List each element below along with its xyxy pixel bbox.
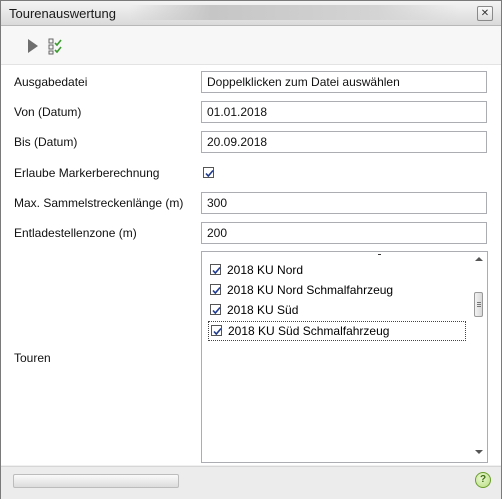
play-icon[interactable] (22, 35, 44, 57)
tour-label: 2018 KU Nord (227, 263, 304, 277)
tour-label: 2018 KU Nord Schmalfahrzeug (227, 283, 394, 297)
close-button[interactable]: ✕ (477, 6, 493, 21)
from-date-label: Von (Datum) (14, 105, 82, 119)
from-date-field[interactable]: 01.01.2018 (201, 101, 487, 123)
scroll-down-arrow-icon[interactable] (475, 450, 483, 454)
scroll-up-arrow-icon[interactable] (475, 257, 483, 261)
tour-label: 2018 KU Süd (227, 303, 299, 317)
to-date-field[interactable]: 20.09.2018 (201, 131, 487, 153)
tours-label: Touren (14, 351, 51, 365)
help-icon[interactable]: ? (475, 472, 491, 488)
to-date-label: Bis (Datum) (14, 135, 78, 149)
scrollbar-thumb[interactable] (474, 292, 483, 317)
tour-checkbox[interactable] (210, 264, 221, 275)
unload-zone-field[interactable]: 200 (201, 222, 487, 244)
status-bar: ? (1, 466, 501, 499)
window-title: Tourenauswertung (9, 6, 116, 21)
unload-zone-label: Entladestellenzone (m) (14, 226, 137, 240)
max-collect-field[interactable]: 300 (201, 192, 487, 214)
scroll-indicator-mark (378, 254, 381, 255)
output-file-field[interactable]: Doppelklicken zum Datei auswählen (201, 71, 487, 93)
tour-checkbox[interactable] (211, 325, 222, 336)
tourenauswertung-window: Tourenauswertung ✕ Ausgabedatei Doppelkl… (0, 0, 502, 499)
max-collect-label: Max. Sammelstreckenlänge (m) (14, 196, 184, 210)
toolbar (1, 26, 501, 65)
tour-label: 2018 KU Süd Schmalfahrzeug (228, 324, 390, 338)
vertical-scrollbar[interactable] (473, 254, 485, 460)
title-bar[interactable]: Tourenauswertung ✕ (1, 1, 501, 26)
tours-listbox[interactable]: 2018 KU Nord 2018 KU Nord Schmalfahrzeug… (201, 251, 488, 463)
horizontal-scrollbar[interactable] (13, 474, 179, 488)
marker-calc-label: Erlaube Markerberechnung (14, 166, 160, 180)
list-item[interactable]: 2018 KU Süd Schmalfahrzeug (208, 321, 466, 341)
checklist-icon[interactable] (45, 35, 67, 57)
tour-checkbox[interactable] (210, 304, 221, 315)
marker-calc-checkbox[interactable] (203, 167, 214, 178)
output-file-label: Ausgabedatei (14, 75, 88, 89)
title-bar-grip (129, 5, 459, 20)
tour-checkbox[interactable] (210, 284, 221, 295)
